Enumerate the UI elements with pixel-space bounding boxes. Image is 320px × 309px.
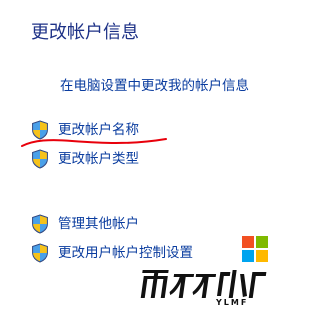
page-title: 更改帐户信息 xyxy=(31,22,139,43)
manage-other-accounts-item[interactable]: 管理其他帐户 xyxy=(31,214,139,234)
change-account-type-item[interactable]: 更改帐户类型 xyxy=(31,149,139,169)
uac-shield-icon xyxy=(31,149,49,169)
red-underline-annotation xyxy=(21,138,167,147)
ylmf-watermark-logo: YLMF xyxy=(140,236,268,307)
change-account-type-link[interactable]: 更改帐户类型 xyxy=(58,149,139,169)
manage-other-accounts-link[interactable]: 管理其他帐户 xyxy=(58,214,139,234)
pc-settings-account-link[interactable]: 在电脑设置中更改我的帐户信息 xyxy=(60,76,249,96)
uac-shield-icon xyxy=(31,243,49,263)
svg-text:YLMF: YLMF xyxy=(215,298,248,307)
uac-shield-icon xyxy=(31,214,49,234)
